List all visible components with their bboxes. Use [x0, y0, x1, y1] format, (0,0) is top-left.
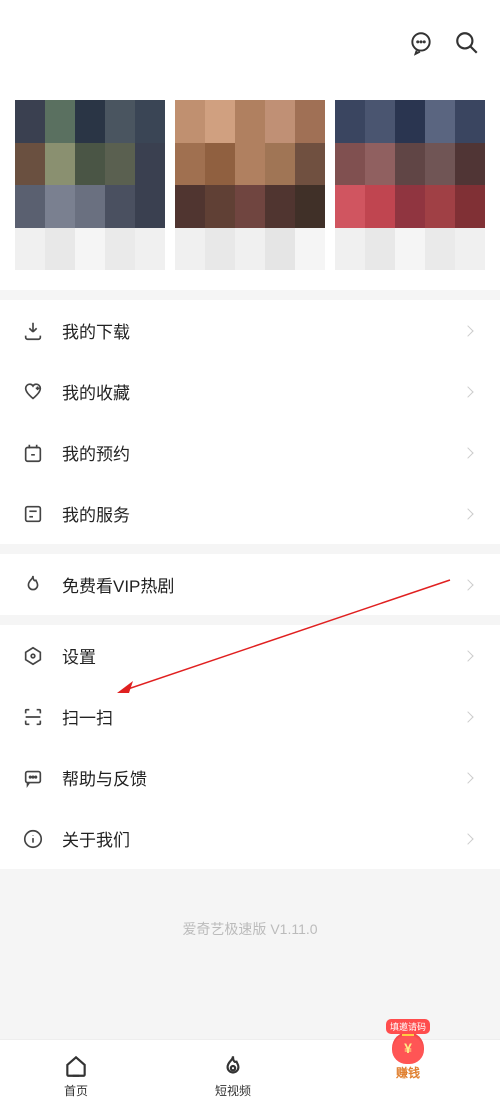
chevron-right-icon: [462, 386, 473, 397]
chevron-right-icon: [462, 711, 473, 722]
feedback-icon: [22, 767, 44, 789]
menu-label: 免费看VIP热剧: [62, 572, 464, 597]
nav-home[interactable]: 首页: [63, 1053, 89, 1099]
chevron-right-icon: [462, 447, 473, 458]
history-thumbnails[interactable]: [0, 90, 500, 290]
menu-downloads[interactable]: 我的下载: [0, 300, 500, 361]
calendar-icon: [22, 442, 44, 464]
menu-label: 关于我们: [62, 826, 464, 851]
menu-scan[interactable]: 扫一扫: [0, 686, 500, 747]
menu-label: 我的收藏: [62, 379, 464, 404]
money-bag-icon: ¥: [392, 1032, 424, 1064]
chevron-right-icon: [462, 325, 473, 336]
menu-services[interactable]: 我的服务: [0, 483, 500, 544]
home-icon: [63, 1053, 89, 1079]
menu-reservations[interactable]: 我的预约: [0, 422, 500, 483]
heart-icon: [22, 381, 44, 403]
nav-short-video[interactable]: 短视频: [215, 1053, 251, 1099]
money-tag: 填邀请码: [386, 1019, 430, 1034]
search-icon[interactable]: [454, 30, 480, 61]
nav-label: 赚钱: [396, 1064, 420, 1081]
menu-label: 我的下载: [62, 318, 464, 343]
menu-group-1: 我的下载 我的收藏 我的预约 我的服务: [0, 300, 500, 544]
chevron-right-icon: [462, 772, 473, 783]
list-icon: [22, 503, 44, 525]
menu-settings[interactable]: 设置: [0, 625, 500, 686]
menu-label: 我的预约: [62, 440, 464, 465]
nav-label: 短视频: [215, 1082, 251, 1099]
menu-free-vip[interactable]: 免费看VIP热剧: [0, 554, 500, 615]
menu-label: 帮助与反馈: [62, 765, 464, 790]
nav-money[interactable]: 填邀请码 ¥ 赚钱: [386, 1019, 430, 1081]
header: [0, 0, 500, 90]
hex-icon: [22, 645, 44, 667]
menu-label: 我的服务: [62, 501, 464, 526]
scan-icon: [22, 706, 44, 728]
info-icon: [22, 828, 44, 850]
menu-group-2: 免费看VIP热剧: [0, 554, 500, 615]
chevron-right-icon: [462, 579, 473, 590]
nav-label: 首页: [64, 1082, 88, 1099]
menu-help-feedback[interactable]: 帮助与反馈: [0, 747, 500, 808]
version-text: 爱奇艺极速版 V1.11.0: [0, 869, 500, 1009]
chevron-right-icon: [462, 508, 473, 519]
menu-label: 设置: [62, 643, 464, 668]
chevron-right-icon: [462, 833, 473, 844]
fire-icon: [22, 574, 44, 596]
menu-group-3: 设置 扫一扫 帮助与反馈 关于我们: [0, 625, 500, 869]
download-icon: [22, 320, 44, 342]
menu-favorites[interactable]: 我的收藏: [0, 361, 500, 422]
flame-icon: [220, 1053, 246, 1079]
chevron-right-icon: [462, 650, 473, 661]
menu-label: 扫一扫: [62, 704, 464, 729]
menu-about[interactable]: 关于我们: [0, 808, 500, 869]
chat-icon[interactable]: [408, 30, 434, 61]
